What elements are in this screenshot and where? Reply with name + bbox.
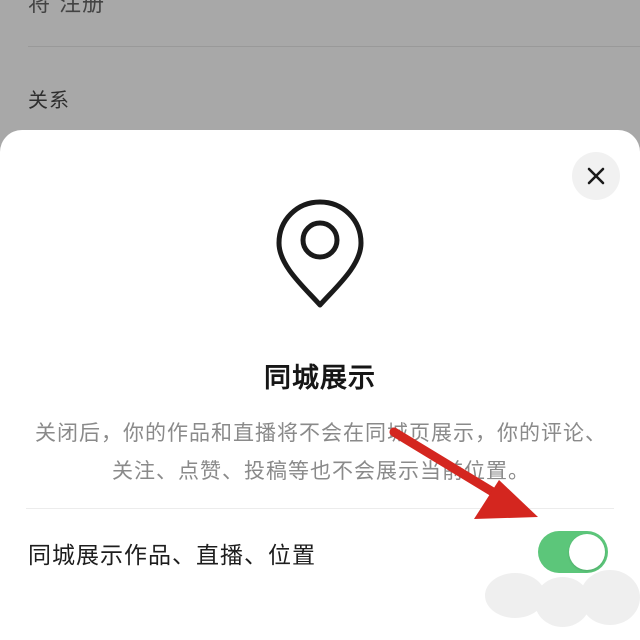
close-button[interactable] [572, 152, 620, 200]
background-divider [28, 46, 640, 47]
background-top-row: 将 注册 [28, 0, 105, 17]
setting-label: 同城展示作品、直播、位置 [28, 543, 316, 569]
background-section-label: 关系 [28, 88, 70, 112]
close-icon [587, 167, 605, 185]
divider [26, 508, 614, 509]
blurred-area [480, 565, 640, 640]
bottom-sheet: 同城展示 关闭后，你的作品和直播将不会在同城页展示，你的评论、关注、点赞、投稿等… [0, 130, 640, 640]
sheet-description: 关闭后，你的作品和直播将不会在同城页展示，你的评论、关注、点赞、投稿等也不会展示… [35, 421, 607, 483]
location-pin-icon [276, 199, 364, 308]
sheet-title: 同城展示 [264, 363, 376, 394]
